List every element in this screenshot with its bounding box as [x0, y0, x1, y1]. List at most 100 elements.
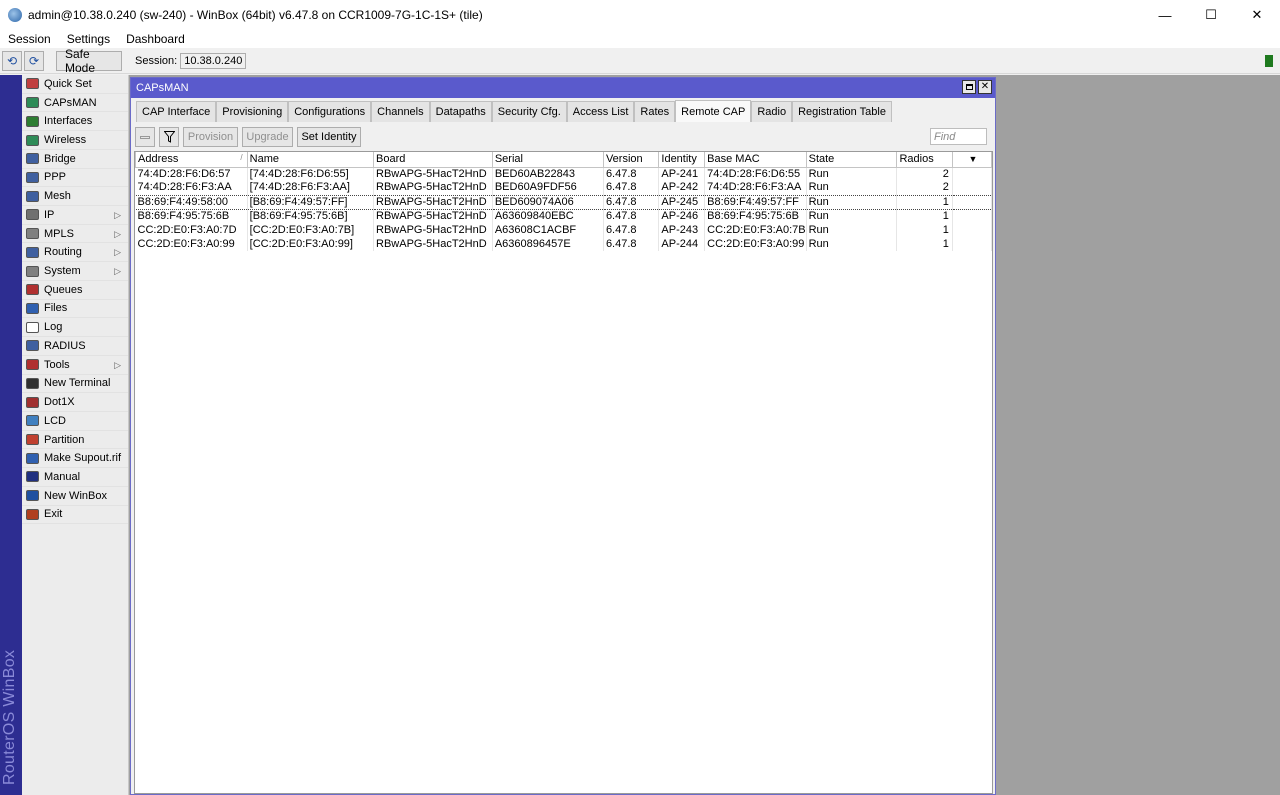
table-row[interactable]: B8:69:F4:49:58:00 [B8:69:F4:49:57:FF] RBwA…	[135, 194, 993, 210]
sidebar-item-routing[interactable]: Routing ▷	[22, 243, 128, 263]
table-row[interactable]: 74:4D:28:F6:F3:AA [74:4D:28:F6:F3:AA] RBwA…	[135, 181, 993, 195]
column-header-label: Identity	[661, 153, 697, 166]
provision-button[interactable]: Provision	[183, 127, 238, 147]
tab-registration-table[interactable]: Registration Table	[792, 101, 892, 122]
sidebar-item-ppp[interactable]: PPP	[22, 169, 128, 188]
upgrade-button[interactable]: Upgrade	[242, 127, 293, 147]
tab-cap-interface[interactable]: CAP Interface	[136, 101, 217, 122]
sidebar-item-exit[interactable]: Exit	[22, 506, 128, 525]
sidebar-item-log[interactable]: Log	[22, 318, 128, 338]
dot1x-icon	[26, 396, 39, 408]
capsman-maximize-button[interactable]	[962, 80, 976, 94]
cell-identity: AP-242	[658, 181, 706, 195]
sidebar-item-make-supout-rif[interactable]: Make Supout.rif	[22, 449, 128, 469]
tab-remote-cap[interactable]: Remote CAP	[675, 100, 752, 122]
safe-mode-button[interactable]: Safe Mode	[56, 47, 122, 75]
cell-name: [CC:2D:E0:F3:A0:99]	[247, 237, 375, 251]
sidebar-item-ip[interactable]: IP ▷	[22, 206, 128, 225]
column-header-label: Address	[138, 153, 179, 166]
column-header-label: Version	[605, 153, 643, 166]
sidebar-item-mesh[interactable]: Mesh	[22, 187, 128, 207]
workspace-right	[996, 75, 1280, 795]
sidebar-item-label: Bridge	[44, 152, 76, 165]
sidebar-item-label: New WinBox	[44, 489, 107, 502]
menu-dashboard[interactable]: Dashboard	[118, 32, 193, 46]
menu-settings[interactable]: Settings	[59, 32, 118, 46]
capsman-window: CAPsMAN ✕ CAP Interface Provisioning Confi…	[130, 77, 996, 795]
sidebar-item-bridge[interactable]: Bridge	[22, 150, 128, 169]
cell-address: B8:69:F4:95:75:6B	[135, 209, 248, 223]
tab-access-list[interactable]: Access List	[566, 101, 635, 122]
maximize-button[interactable]: ☐	[1188, 0, 1234, 30]
table-row[interactable]: B8:69:F4:95:75:6B [B8:69:F4:95:75:6B] RBwA…	[135, 209, 993, 223]
sidebar-item-new-winbox[interactable]: New WinBox	[22, 487, 128, 506]
sidebar-item-system[interactable]: System ▷	[22, 262, 128, 281]
find-input[interactable]: Find	[930, 128, 987, 145]
tab-channels[interactable]: Channels	[371, 101, 430, 122]
sidebar-item-dot1x[interactable]: Dot1X	[22, 393, 128, 412]
table-row[interactable]: CC:2D:E0:F3:A0:7D [CC:2D:E0:F3:A0:7B] RBwA…	[135, 223, 993, 237]
column-header-serial[interactable]: Serial	[491, 152, 604, 168]
tab-rates[interactable]: Rates	[634, 101, 676, 122]
cell-serial: A63609840EBC	[492, 209, 604, 223]
filter-button[interactable]	[159, 127, 179, 147]
sidebar-item-partition[interactable]: Partition	[22, 431, 128, 450]
capsman-close-button[interactable]: ✕	[978, 80, 992, 94]
column-header-name[interactable]: Name	[246, 152, 375, 168]
ip-icon	[26, 209, 39, 221]
tab-provisioning[interactable]: Provisioning	[216, 101, 289, 122]
undo-button[interactable]: ⟲	[2, 51, 22, 71]
sidebar-item-wireless[interactable]: Wireless	[22, 131, 128, 150]
tab-datapaths[interactable]: Datapaths	[429, 101, 492, 122]
sidebar-item-tools[interactable]: Tools ▷	[22, 356, 128, 375]
filter-icon	[163, 131, 175, 143]
cell-radios: 1	[896, 223, 953, 237]
column-header-radios[interactable]: Radios	[896, 152, 953, 168]
cell-radios: 1	[896, 209, 953, 223]
winbox-icon	[26, 490, 39, 502]
sidebar-item-new-terminal[interactable]: New Terminal	[22, 375, 128, 394]
set-identity-button[interactable]: Set Identity	[297, 127, 361, 147]
cell-spacer	[952, 223, 993, 237]
cell-identity: AP-245	[658, 194, 706, 210]
sidebar-item-interfaces[interactable]: Interfaces	[22, 112, 128, 132]
sidebar-item-label: Dot1X	[44, 396, 75, 409]
sidebar-item-mpls[interactable]: MPLS ▷	[22, 225, 128, 244]
column-chooser-button[interactable]: ▼	[951, 152, 993, 168]
column-header-state[interactable]: State	[805, 152, 898, 168]
menu-session[interactable]: Session	[0, 32, 59, 46]
sidebar-item-radius[interactable]: RADIUS	[22, 337, 128, 356]
remove-button[interactable]	[135, 127, 155, 147]
capsman-titlebar[interactable]: CAPsMAN ✕	[131, 78, 995, 98]
sidebar-item-capsman[interactable]: CAPsMAN	[22, 94, 128, 113]
cell-identity: AP-241	[658, 167, 706, 181]
cell-state: Run	[806, 209, 898, 223]
sidebar-item-lcd[interactable]: LCD	[22, 412, 128, 431]
sidebar-item-quick-set[interactable]: Quick Set	[22, 75, 128, 94]
cell-radios: 1	[896, 237, 953, 251]
cell-base-mac: B8:69:F4:95:75:6B	[704, 209, 807, 223]
minimize-button[interactable]: —	[1142, 0, 1188, 30]
column-header-label: Board	[376, 153, 406, 166]
column-header-identity[interactable]: Identity	[658, 152, 706, 168]
table-row[interactable]: CC:2D:E0:F3:A0:99 [CC:2D:E0:F3:A0:99] RBwA…	[135, 237, 993, 251]
tab-radio[interactable]: Radio	[751, 101, 793, 122]
sidebar-item-files[interactable]: Files	[22, 300, 128, 319]
mpls-icon	[26, 228, 39, 240]
sidebar-item-label: Wireless	[44, 134, 87, 147]
cell-address: B8:69:F4:49:58:00	[135, 194, 248, 210]
cell-board: RBwAPG-5HacT2HnD	[373, 223, 493, 237]
cell-serial: BED609074A06	[492, 194, 604, 210]
capsman-title: CAPsMAN	[136, 82, 189, 94]
column-header-address[interactable]: Address /	[135, 152, 248, 168]
tab-configurations[interactable]: Configurations	[288, 101, 372, 122]
tab-security-cfg[interactable]: Security Cfg.	[491, 101, 567, 122]
column-header-version[interactable]: Version	[602, 152, 660, 168]
column-header-base-mac[interactable]: Base MAC	[704, 152, 807, 168]
redo-button[interactable]: ⟳	[24, 51, 44, 71]
column-header-board[interactable]: Board	[373, 152, 493, 168]
sidebar-item-queues[interactable]: Queues	[22, 281, 128, 300]
close-button[interactable]: ✕	[1234, 0, 1280, 30]
table-row[interactable]: 74:4D:28:F6:D6:57 [74:4D:28:F6:D6:55] RBwA…	[135, 167, 993, 181]
sidebar-item-manual[interactable]: Manual	[22, 468, 128, 487]
